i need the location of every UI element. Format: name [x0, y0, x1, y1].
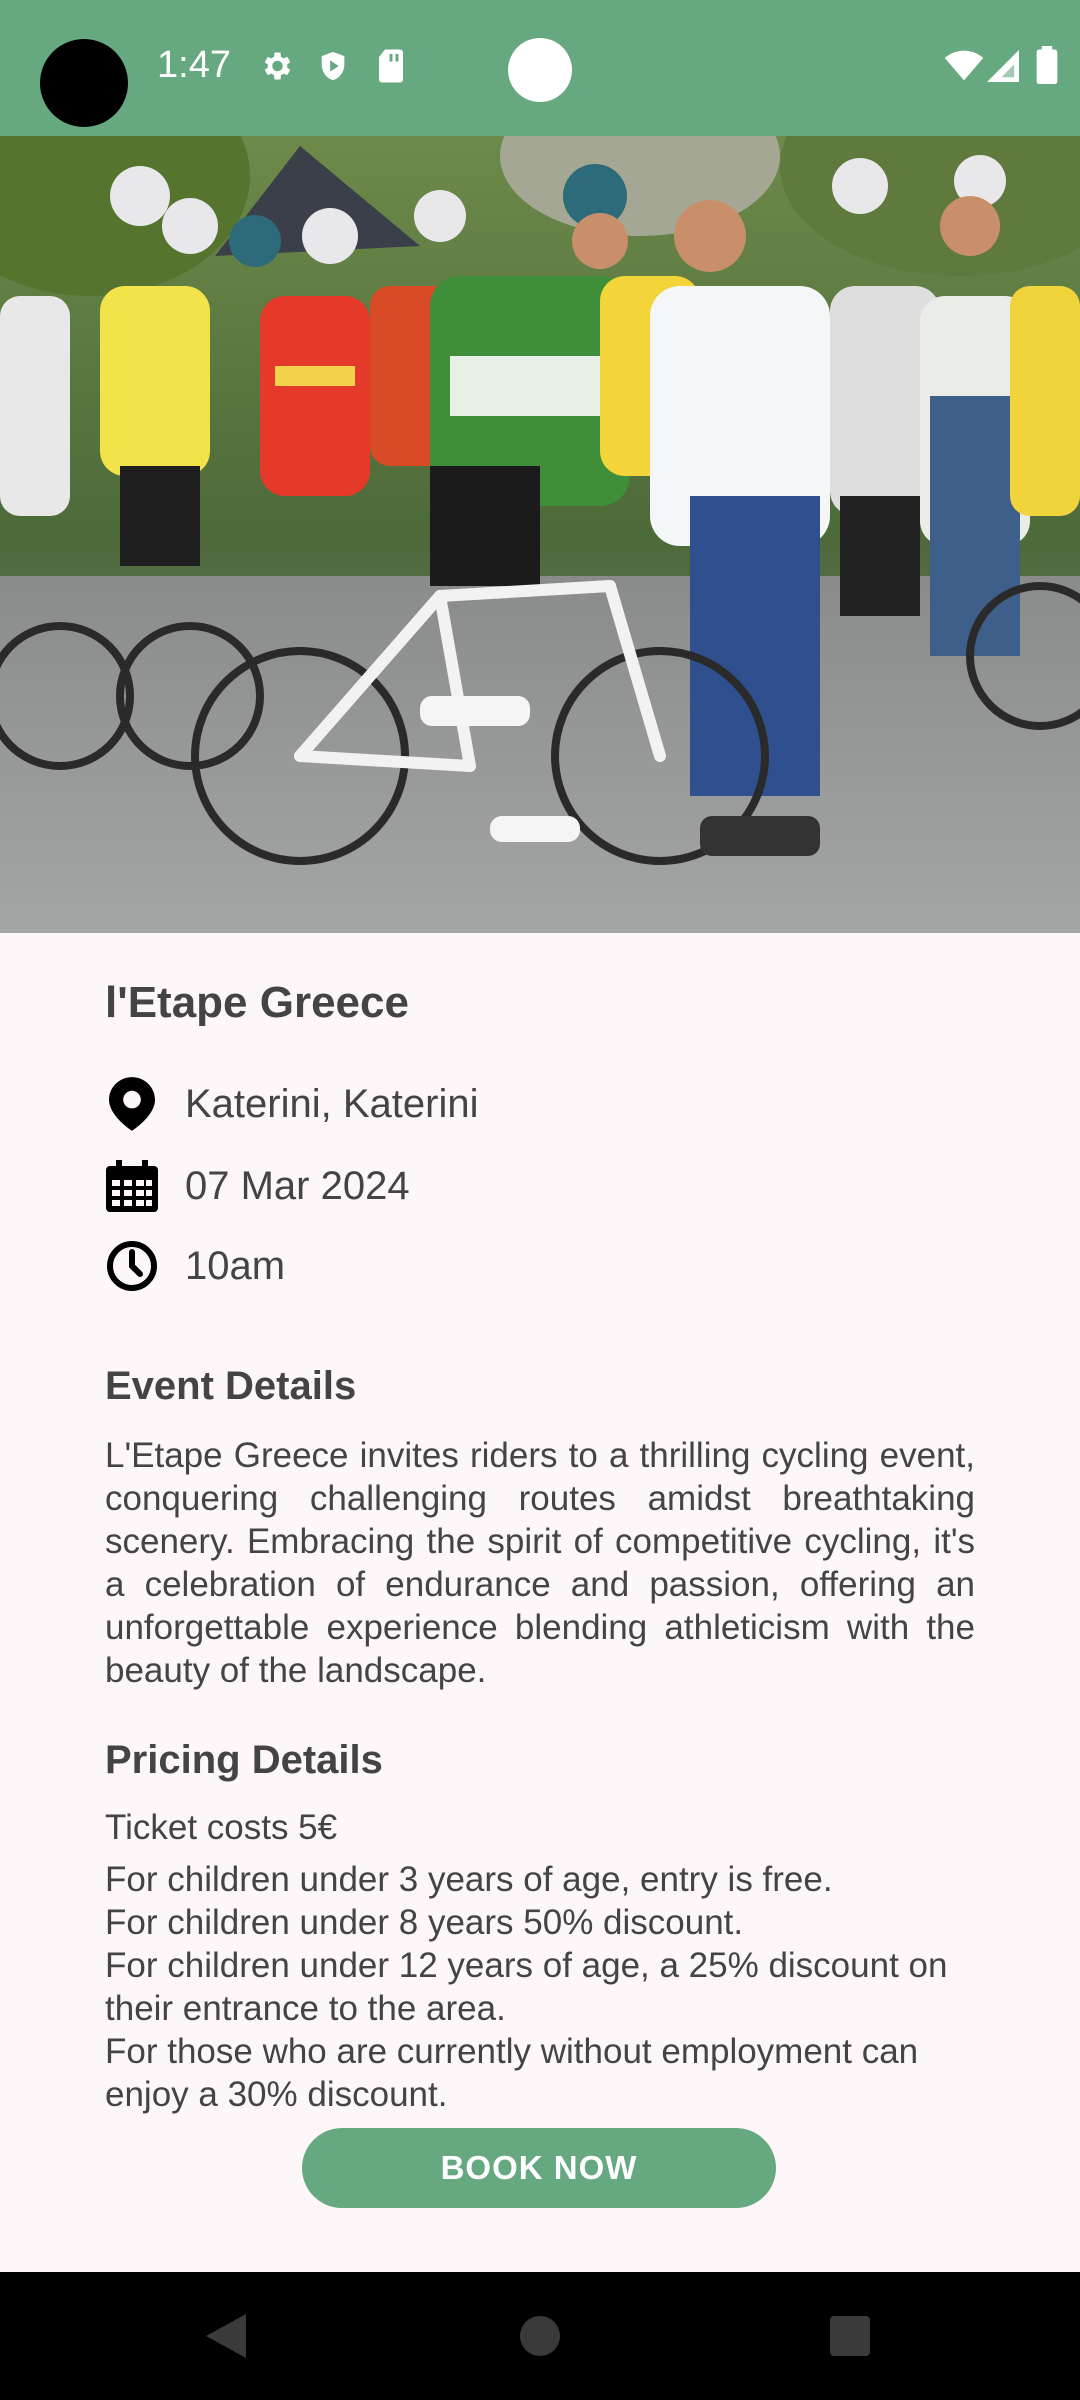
clock-icon — [105, 1239, 159, 1293]
status-bar: 1:47 — [0, 0, 1080, 136]
back-icon[interactable] — [166, 2272, 286, 2400]
navigation-bar — [0, 2272, 1080, 2400]
recents-icon[interactable] — [790, 2272, 910, 2400]
event-photo — [0, 136, 1080, 933]
home-icon[interactable] — [480, 2272, 600, 2400]
pricing-details-heading: Pricing Details — [105, 1738, 383, 1782]
event-details-body: L'Etape Greece invites riders to a thril… — [105, 1436, 975, 1690]
event-title: l'Etape Greece — [105, 978, 409, 1027]
pricing-line: For children under 8 years 50% discount. — [105, 1903, 744, 1942]
date-row: 07 Mar 2024 — [105, 1156, 410, 1216]
pricing-line: For children under 12 years of age, a 25… — [105, 1946, 948, 2028]
pricing-lines: For children under 3 years of age, entry… — [105, 1858, 975, 2116]
event-details-heading: Event Details — [105, 1364, 357, 1408]
wifi-icon — [944, 50, 984, 87]
signal-icon — [986, 50, 1020, 87]
sd-card-icon — [376, 48, 406, 89]
status-time: 1:47 — [157, 44, 231, 86]
ticket-price: Ticket costs 5€ — [105, 1808, 338, 1847]
battery-icon — [1036, 46, 1058, 89]
shield-play-icon — [316, 48, 350, 89]
location-pin-icon — [105, 1077, 159, 1131]
camera-cutout — [40, 39, 128, 127]
notification-dot — [508, 38, 572, 102]
event-time: 10am — [185, 1243, 286, 1288]
event-location: Katerini, Katerini — [185, 1081, 479, 1126]
gear-icon — [258, 48, 294, 89]
pricing-line: For children under 3 years of age, entry… — [105, 1860, 833, 1899]
event-date: 07 Mar 2024 — [185, 1163, 410, 1208]
time-row: 10am — [105, 1236, 285, 1296]
calendar-icon — [105, 1159, 159, 1213]
pricing-line: For those who are currently without empl… — [105, 2032, 919, 2114]
location-row: Katerini, Katerini — [105, 1074, 478, 1134]
book-now-button[interactable]: BOOK NOW — [302, 2128, 776, 2208]
